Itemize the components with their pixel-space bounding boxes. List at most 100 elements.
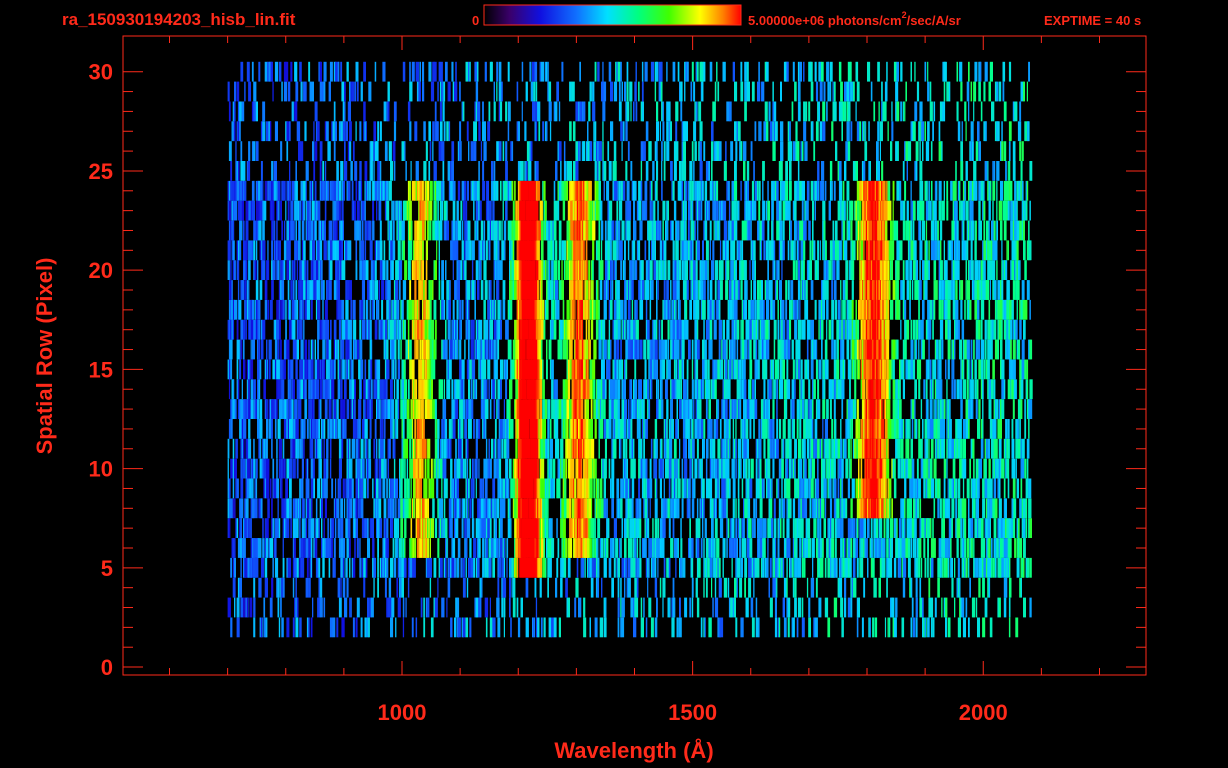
heatmap-cell	[575, 438, 577, 459]
heatmap-cell	[283, 339, 287, 360]
heatmap-cell	[492, 538, 494, 558]
heatmap-cell	[691, 538, 694, 558]
heatmap-cell	[691, 359, 694, 380]
heatmap-cell	[797, 557, 802, 578]
heatmap-cell	[635, 557, 637, 578]
heatmap-cell	[520, 597, 523, 618]
heatmap-cell	[945, 319, 948, 340]
heatmap-cell	[1006, 518, 1010, 538]
heatmap-cell	[422, 319, 424, 340]
heatmap-cell	[503, 617, 505, 638]
heatmap-cell	[794, 577, 797, 598]
heatmap-cell	[610, 339, 612, 360]
heatmap-cell	[305, 577, 309, 598]
heatmap-cell	[969, 577, 971, 598]
heatmap-cell	[657, 379, 659, 400]
heatmap-cell	[869, 379, 871, 400]
heatmap-cell	[679, 617, 682, 638]
heatmap-cell	[782, 518, 785, 538]
heatmap-cell	[911, 458, 915, 479]
heatmap-cell	[338, 458, 342, 479]
heatmap-cell	[696, 597, 700, 618]
heatmap-cell	[722, 438, 726, 459]
heatmap-cell	[888, 617, 891, 638]
heatmap-cell	[902, 359, 905, 380]
heatmap-cell	[973, 538, 975, 558]
heatmap-cell	[841, 617, 844, 638]
heatmap-cell	[653, 458, 655, 479]
heatmap-cell	[804, 458, 807, 479]
heatmap-cell	[937, 498, 940, 519]
heatmap-cell	[457, 557, 460, 578]
heatmap-cell	[661, 319, 663, 340]
heatmap-cell	[345, 518, 349, 538]
heatmap-cell	[246, 597, 249, 618]
heatmap-cell	[352, 557, 356, 578]
heatmap-cell	[356, 538, 359, 558]
heatmap-cell	[719, 617, 724, 638]
heatmap-cell	[376, 299, 378, 320]
heatmap-cell	[266, 538, 269, 558]
heatmap-cell	[739, 518, 742, 538]
heatmap-cell	[630, 538, 633, 558]
heatmap-cell	[966, 538, 970, 558]
heatmap-cell	[739, 359, 742, 380]
heatmap-cell	[416, 458, 419, 479]
heatmap-cell	[948, 498, 951, 519]
heatmap-cell	[420, 597, 423, 618]
heatmap-cell	[557, 478, 561, 499]
heatmap-cell	[361, 458, 365, 479]
heatmap-cell	[705, 577, 708, 598]
heatmap-cell	[315, 538, 318, 558]
heatmap-cell	[769, 379, 772, 400]
heatmap-cell	[599, 419, 604, 439]
heatmap-cell	[430, 458, 433, 479]
heatmap-cell	[892, 359, 895, 380]
heatmap-cell	[402, 419, 405, 439]
heatmap-cell	[245, 498, 249, 519]
heatmap-cell	[888, 557, 893, 578]
heatmap-cell	[494, 359, 498, 380]
heatmap-cell	[773, 379, 776, 400]
heatmap-cell	[501, 478, 503, 499]
heatmap-cell	[473, 518, 475, 538]
heatmap-cell	[809, 319, 811, 340]
heatmap-cell	[372, 478, 374, 499]
heatmap-cell	[998, 419, 1002, 439]
heatmap-cell	[714, 458, 718, 479]
heatmap-cell	[578, 597, 582, 618]
heatmap-cell	[787, 419, 791, 439]
heatmap-cell	[372, 538, 375, 558]
heatmap-cell	[774, 359, 778, 380]
heatmap-cell	[648, 538, 650, 558]
heatmap-cell	[643, 399, 645, 419]
heatmap-cell	[381, 299, 384, 320]
heatmap-cell	[597, 319, 599, 340]
heatmap-cell	[1024, 538, 1026, 558]
heatmap-cell	[941, 379, 943, 400]
heatmap-cell	[254, 478, 256, 499]
heatmap-cell	[943, 557, 947, 578]
heatmap-cell	[243, 458, 246, 479]
heatmap-cell	[723, 419, 726, 439]
heatmap-cell	[896, 518, 898, 538]
heatmap-cell	[705, 557, 708, 578]
heatmap-cell	[296, 299, 299, 320]
heatmap-cell	[442, 518, 444, 538]
heatmap-cell	[503, 538, 506, 558]
heatmap-cell	[230, 617, 233, 638]
heatmap-cell	[616, 359, 619, 380]
heatmap-cell	[450, 518, 453, 538]
heatmap-cell	[355, 518, 358, 538]
heatmap-cell	[249, 518, 251, 538]
heatmap-cell	[809, 538, 812, 558]
heatmap-cell	[930, 617, 933, 638]
heatmap-cell	[465, 557, 467, 578]
heatmap-cell	[698, 458, 700, 479]
heatmap-cell	[322, 379, 324, 400]
heatmap-cell	[494, 299, 497, 320]
heatmap-cell	[383, 419, 386, 439]
heatmap-cell	[392, 438, 395, 459]
heatmap-cell	[464, 458, 467, 479]
heatmap-cell	[267, 518, 269, 538]
